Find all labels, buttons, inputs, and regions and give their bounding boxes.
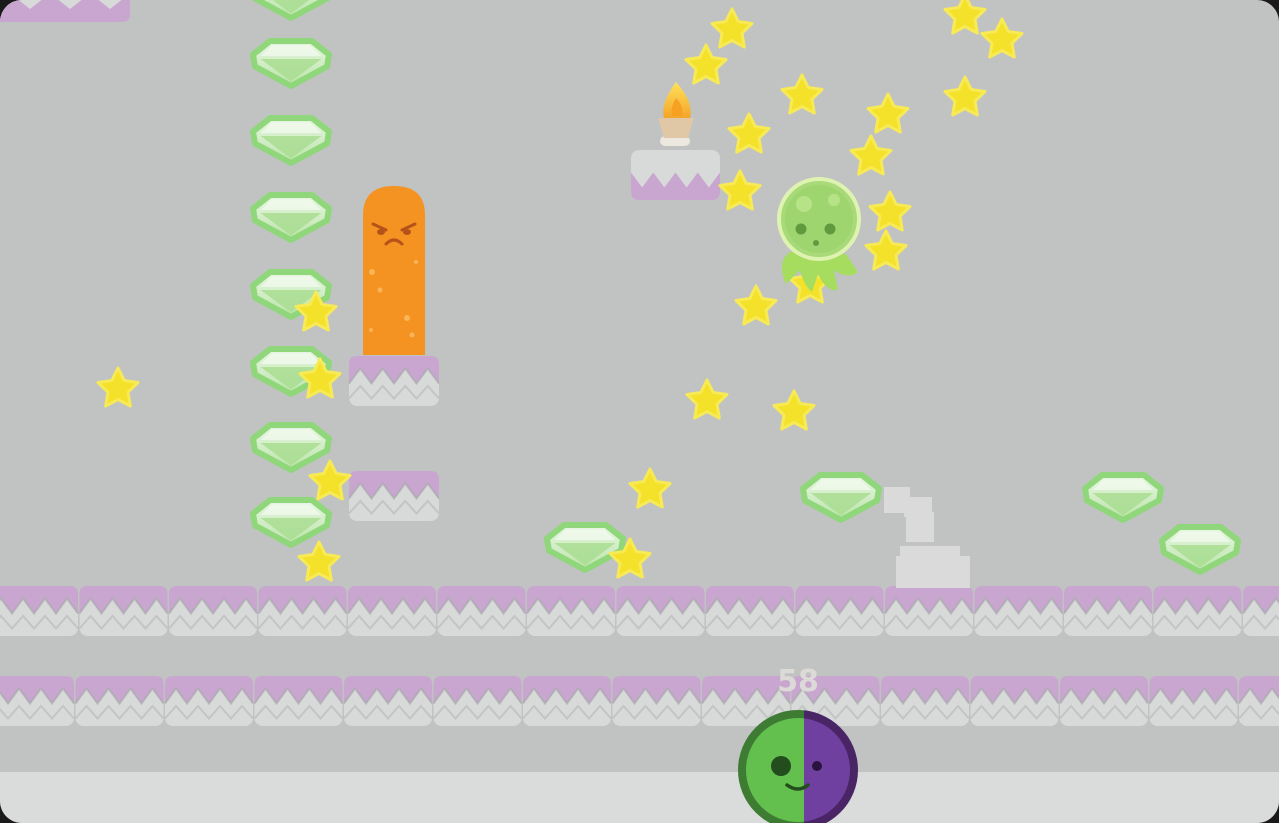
- yellow-star-icon: [780, 73, 824, 115]
- platform-tile: [884, 586, 974, 636]
- platform-tile: [1059, 676, 1149, 726]
- yellow-star-icon: [308, 459, 352, 501]
- platform-layer: [0, 0, 1279, 726]
- platform-tile: [794, 586, 885, 636]
- platform-tile: [0, 676, 75, 726]
- platform-tile: [0, 0, 130, 22]
- platform-tile: [522, 676, 612, 726]
- yellow-star-icon: [710, 7, 754, 49]
- platform-tile: [164, 676, 254, 726]
- yellow-star-icon: [628, 467, 672, 509]
- platform-tile: [973, 586, 1064, 636]
- green-alien-in-bubble-icon[interactable]: [777, 177, 861, 292]
- platform-tile: [257, 586, 348, 636]
- yellow-star-icon: [718, 169, 762, 211]
- yellow-star-icon: [685, 378, 729, 420]
- platform-tile: [1063, 586, 1153, 636]
- platform-tile: [78, 586, 169, 636]
- green-gem-icon: [250, 422, 332, 473]
- ground-floor: [0, 772, 1279, 823]
- platform-tile: [347, 586, 437, 636]
- yellow-star-icon: [96, 366, 140, 408]
- platform-tile: [969, 676, 1060, 726]
- platform-tile: [705, 586, 795, 636]
- platform-tile: [615, 586, 706, 636]
- faded-ghost-silhouette-icon: [884, 487, 970, 588]
- yellow-star-icon: [772, 389, 816, 431]
- green-gem-icon: [1082, 472, 1164, 523]
- green-gem-icon: [250, 38, 332, 89]
- platform-tile: [348, 471, 440, 521]
- yellow-star-icon: [868, 190, 912, 232]
- angry-orange-lava-pillar-icon: [363, 186, 425, 355]
- platform-tile: [0, 586, 79, 636]
- platform-tile: [343, 676, 433, 726]
- yellow-star-icon: [727, 112, 771, 154]
- yellow-star-icon: [684, 43, 728, 85]
- flame-torch-icon: [658, 82, 694, 146]
- yellow-star-icon: [943, 75, 987, 117]
- platform-tile: [168, 586, 258, 636]
- platform-tile: [611, 676, 702, 726]
- platform-tile: [1148, 676, 1239, 726]
- platform-tile: [432, 676, 523, 726]
- platform-tile: [1242, 586, 1279, 636]
- platform-tile: [253, 676, 344, 726]
- green-gem-icon: [800, 472, 882, 523]
- yellow-star-icon: [734, 284, 778, 326]
- green-gem-icon: [252, 0, 330, 21]
- platform-tile: [1238, 676, 1279, 726]
- platform-tile: [348, 356, 440, 406]
- green-gem-icon: [250, 192, 332, 243]
- star-layer: [96, 0, 1024, 582]
- game-screen: 58: [0, 0, 1279, 823]
- green-gem-icon: [250, 497, 332, 548]
- platform-tile: [526, 586, 616, 636]
- platform-tile: [1152, 586, 1243, 636]
- yellow-star-icon: [297, 540, 341, 582]
- score-counter: 58: [777, 664, 819, 699]
- green-gem-icon: [250, 115, 332, 166]
- platform-tile: [880, 676, 970, 726]
- game-scene: [0, 0, 1279, 823]
- platform-tile: [436, 586, 527, 636]
- platform-tile: [74, 676, 165, 726]
- platform-tile: [631, 150, 720, 200]
- yellow-star-icon: [866, 92, 910, 134]
- yellow-star-icon: [943, 0, 987, 35]
- yellow-star-icon: [980, 17, 1024, 59]
- yellow-star-icon: [864, 229, 908, 271]
- yellow-star-icon: [849, 134, 893, 176]
- green-gem-icon: [1159, 524, 1241, 575]
- green-purple-face-button-icon[interactable]: [738, 710, 858, 823]
- green-gem-icon: [544, 522, 626, 573]
